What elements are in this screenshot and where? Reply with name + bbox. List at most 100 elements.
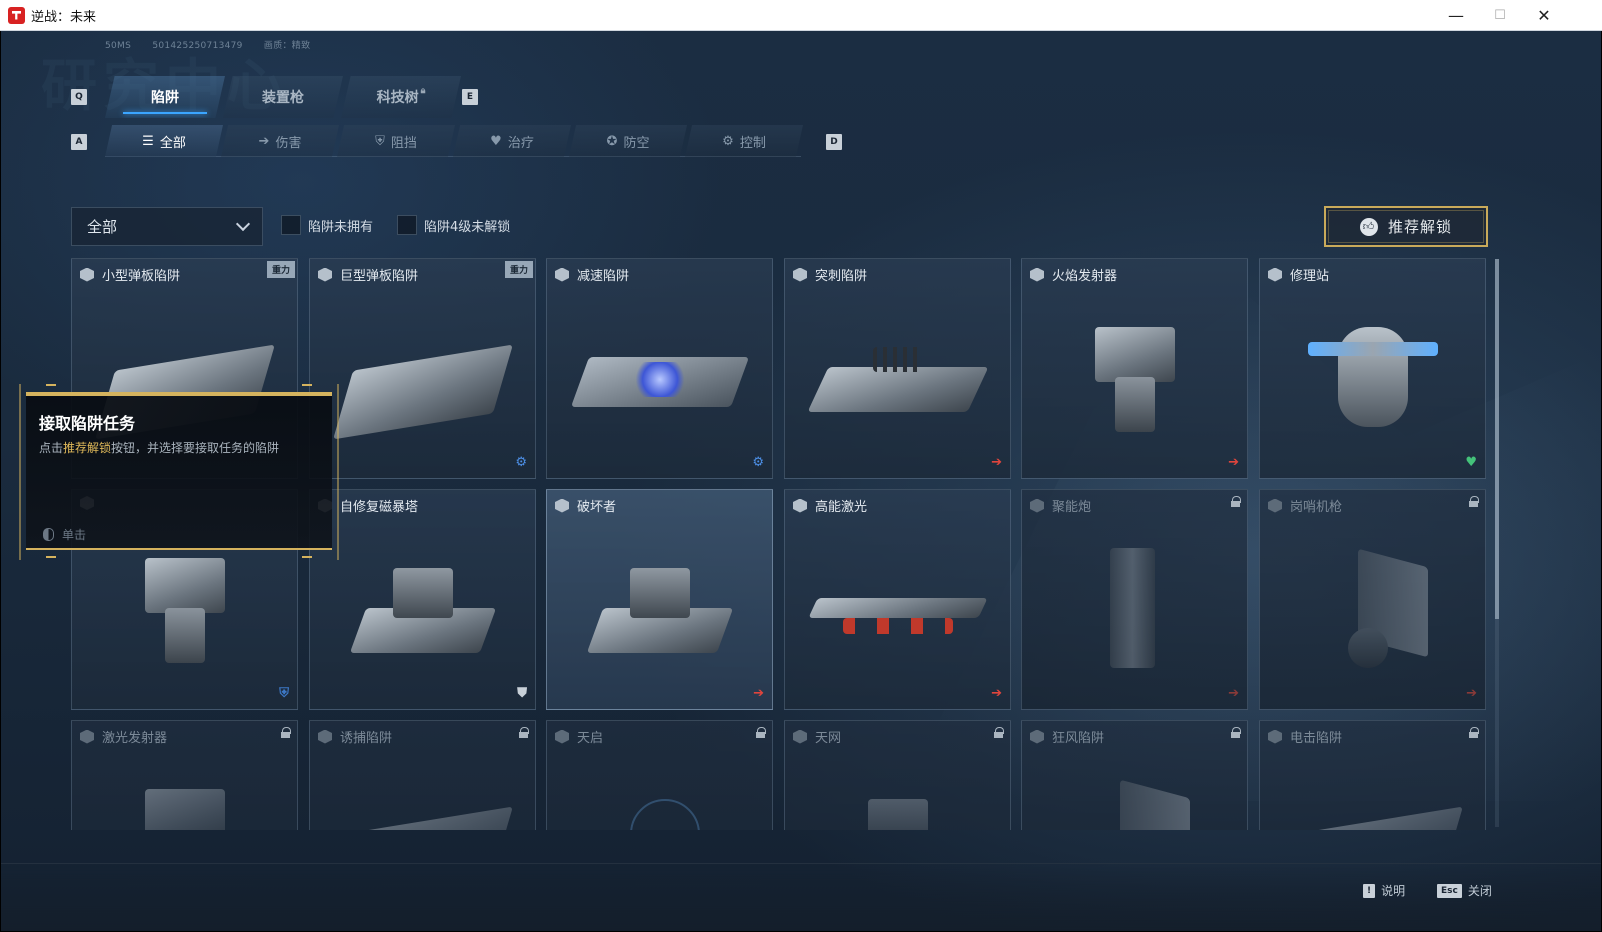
tooltip-corner-mark: [302, 384, 312, 386]
window-titlebar: 逆战：未来 — ☐ ✕: [0, 0, 1602, 31]
next-subtab-key-hint[interactable]: D: [826, 134, 842, 150]
trap-card[interactable]: 激光发射器: [71, 720, 298, 830]
close-window-button[interactable]: ✕: [1522, 0, 1566, 31]
card-header: 天启: [555, 727, 603, 746]
tab-label: 陷阱: [151, 90, 179, 106]
card-name: 聚能炮: [1052, 500, 1092, 515]
cube-icon: [80, 729, 94, 744]
card-name: 火焰发射器: [1052, 269, 1118, 284]
app-logo-icon: [8, 6, 25, 24]
trap-card[interactable]: 巨型弹板陷阱 重力 ⚙: [309, 258, 536, 479]
subtab-heal[interactable]: ♥ 治疗: [453, 125, 571, 157]
checkbox-box[interactable]: [281, 215, 301, 235]
gravity-badge: 重力: [504, 261, 533, 278]
tooltip-description: 点击推荐解锁按钮，并选择要接取任务的陷阱: [39, 439, 279, 456]
help-key-hint: !: [1363, 883, 1376, 898]
click-hint-label: 单击: [62, 528, 87, 542]
subtab-label: 防空: [623, 135, 650, 151]
trap-image: [100, 779, 269, 830]
trap-card[interactable]: 自修复磁暴塔 ⛊: [309, 489, 536, 710]
filter-dropdown[interactable]: 全部: [71, 207, 263, 246]
list-icon: ☰: [142, 133, 154, 149]
card-name: 狂风陷阱: [1052, 731, 1105, 746]
lock-icon: [1469, 496, 1479, 507]
card-header: 自修复磁暴塔: [318, 496, 418, 515]
prev-tab-key-hint[interactable]: Q: [71, 89, 87, 105]
trap-image: [575, 548, 744, 685]
trap-card[interactable]: 破坏者 ➔: [546, 489, 773, 710]
lv4-locked-checkbox[interactable]: 陷阱4级未解锁: [397, 215, 510, 235]
subtab-label: 伤害: [275, 135, 302, 151]
trap-card[interactable]: 高能激光 ➔: [784, 489, 1011, 710]
lock-icon: [1231, 727, 1241, 738]
control-gear-icon: ⚙: [515, 455, 527, 470]
trap-image: [813, 779, 982, 830]
trap-image: [808, 548, 988, 685]
card-name: 减速陷阱: [577, 269, 630, 284]
art-part: [808, 598, 988, 618]
cube-icon: [318, 267, 332, 282]
art-part: [1348, 628, 1388, 668]
subtab-control[interactable]: ⚙ 控制: [685, 125, 803, 157]
trap-image: [333, 317, 513, 454]
card-name: 激光发射器: [102, 731, 168, 746]
checkbox-box[interactable]: [397, 215, 417, 235]
tab-tech-tree[interactable]: 科技树 🔒︎: [341, 76, 461, 118]
trap-card[interactable]: 聚能炮 ➔: [1021, 489, 1248, 710]
card-header: 激光发射器: [80, 727, 167, 746]
trap-card[interactable]: 电击陷阱: [1259, 720, 1486, 830]
air-defense-icon: ⛨: [279, 686, 289, 701]
trap-card[interactable]: 减速陷阱 ⚙: [546, 258, 773, 479]
subtab-label: 控制: [739, 135, 766, 151]
trap-image: [807, 317, 989, 454]
card-header: 巨型弹板陷阱: [318, 265, 418, 284]
close-button[interactable]: Esc 关闭: [1437, 882, 1492, 899]
trap-image: [1288, 317, 1457, 454]
subtab-all[interactable]: ☰ 全部: [105, 125, 223, 157]
scrollbar-thumb[interactable]: [1495, 259, 1499, 619]
trap-card[interactable]: 修理站 ♥: [1259, 258, 1486, 479]
cube-icon: [1030, 729, 1044, 744]
trap-card[interactable]: 火焰发射器 ➔: [1021, 258, 1248, 479]
tab-device-guns[interactable]: 装置枪: [223, 76, 343, 118]
lock-icon: [756, 727, 766, 738]
lock-icon: [281, 727, 291, 738]
card-header: 修理站: [1268, 265, 1329, 284]
damage-arrow-icon: ➔: [991, 455, 1002, 470]
art-part: [1283, 806, 1463, 830]
trap-card[interactable]: 狂风陷阱: [1021, 720, 1248, 830]
trap-card[interactable]: 诱捕陷阱: [309, 720, 536, 830]
minimize-button[interactable]: —: [1434, 0, 1478, 31]
art-part: [333, 344, 513, 440]
tooltip-desc-highlight: 推荐解锁: [63, 441, 112, 455]
trap-image: [1288, 548, 1457, 685]
heal-heart-icon: ♥: [1465, 455, 1477, 470]
trap-card[interactable]: 天网: [784, 720, 1011, 830]
help-label: 说明: [1381, 884, 1406, 898]
card-name: 天启: [577, 731, 604, 746]
trap-card[interactable]: 突刺陷阱 ➔: [784, 258, 1011, 479]
prev-subtab-key-hint[interactable]: A: [71, 134, 87, 150]
grid-scrollbar[interactable]: [1495, 259, 1499, 827]
card-header: 小型弹板陷阱: [80, 265, 180, 284]
trap-card[interactable]: 天启: [546, 720, 773, 830]
maximize-button[interactable]: ☐: [1478, 0, 1522, 31]
subtab-damage[interactable]: ➔ 伤害: [221, 125, 339, 157]
recommend-unlock-button[interactable]: 👍︎ 推荐解锁: [1324, 206, 1488, 247]
tab-traps[interactable]: 陷阱: [105, 76, 225, 118]
card-name: 岗哨机枪: [1290, 500, 1343, 515]
subtab-air-defense[interactable]: ✪ 防空: [569, 125, 687, 157]
card-header: 减速陷阱: [555, 265, 629, 284]
not-owned-checkbox[interactable]: 陷阱未拥有: [281, 215, 373, 235]
next-tab-key-hint[interactable]: E: [462, 89, 478, 105]
help-button[interactable]: ! 说明: [1363, 882, 1405, 899]
trap-card[interactable]: 岗哨机枪 ➔: [1259, 489, 1486, 710]
cube-icon: [793, 267, 807, 282]
card-name: 小型弹板陷阱: [102, 269, 181, 284]
art-part: [1110, 548, 1155, 668]
close-label: 关闭: [1467, 884, 1492, 898]
tooltip-desc-prefix: 点击: [39, 441, 64, 455]
damage-arrow-icon: ➔: [1228, 686, 1239, 701]
lock-icon: [519, 727, 529, 738]
subtab-block[interactable]: ⛨ 阻挡: [337, 125, 455, 157]
